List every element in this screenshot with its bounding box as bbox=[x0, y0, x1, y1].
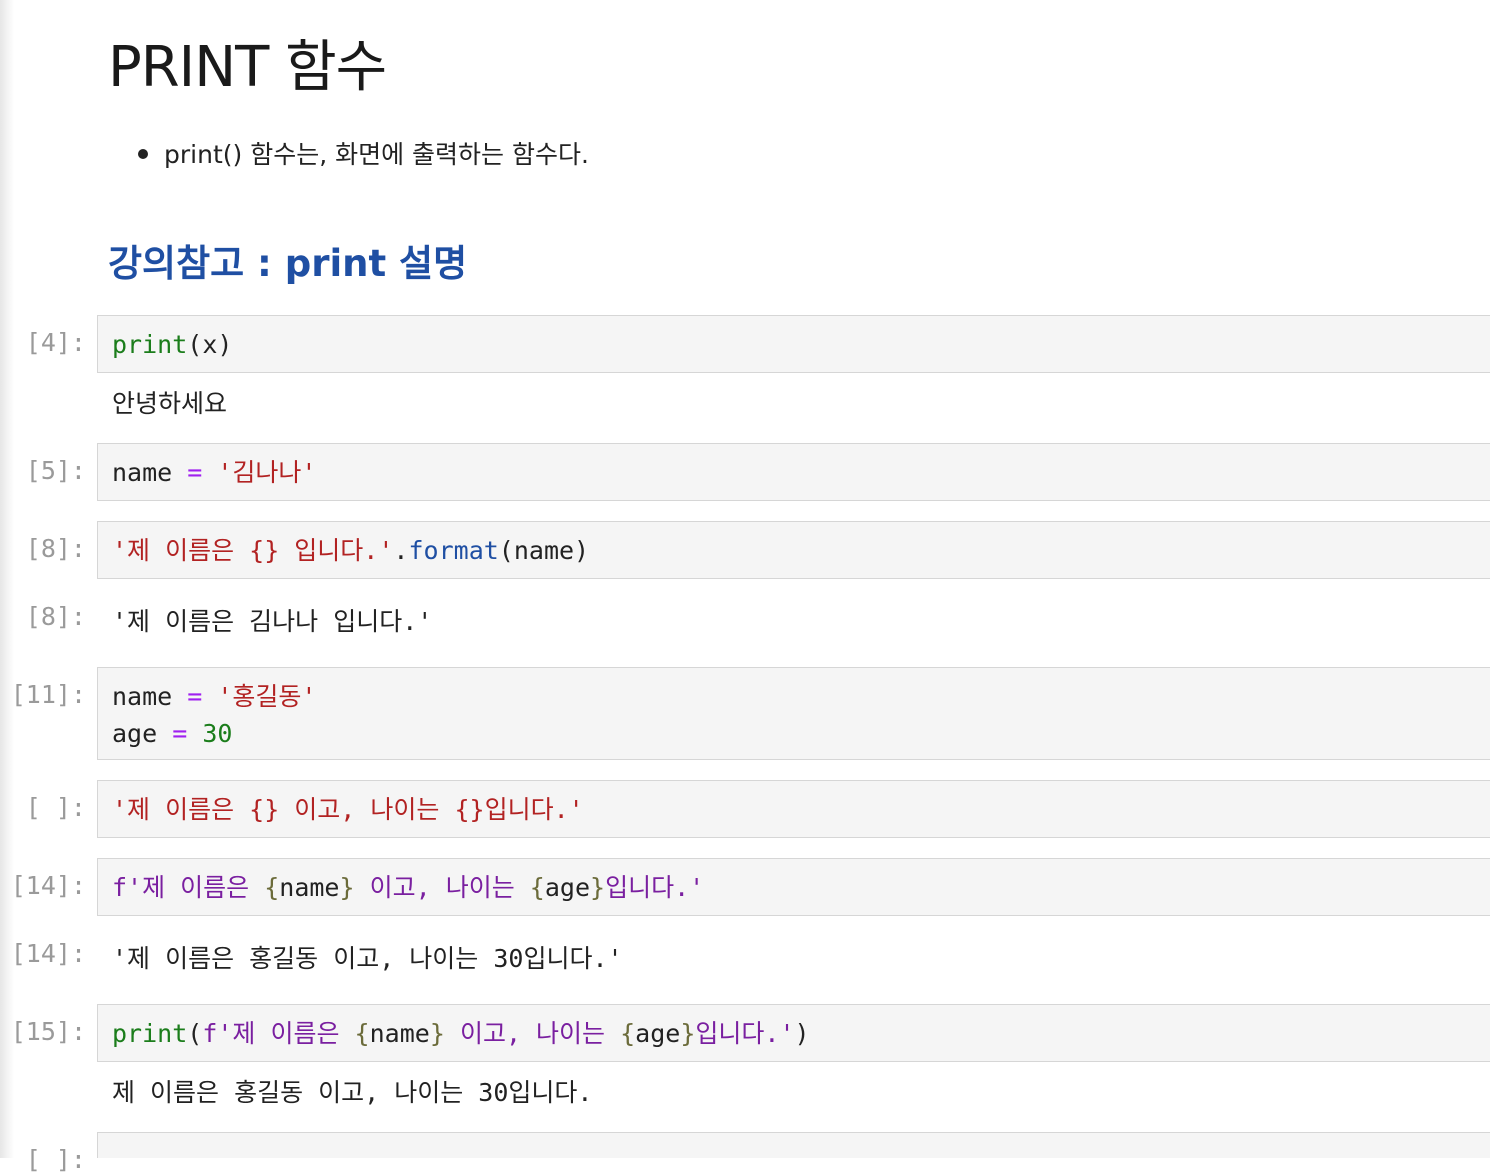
code-cell-input[interactable]: print(f'제 이름은 {name} 이고, 나이는 {age}입니다.') bbox=[97, 1004, 1490, 1062]
code-cell-input[interactable]: print(x) bbox=[97, 315, 1490, 373]
notebook-area: PRINT 함수 print() 함수는, 화면에 출력하는 함수다. 강의참고… bbox=[0, 0, 1490, 1174]
cell-output-text: 제 이름은 홍길동 이고, 나이는 30입니다. bbox=[112, 1078, 593, 1107]
cell-output-prompt: [14]: bbox=[10, 939, 86, 968]
code-cell-input[interactable] bbox=[97, 1132, 1490, 1158]
cell-input-prompt: [5]: bbox=[25, 456, 86, 485]
code-line: print(f'제 이름은 {name} 이고, 나이는 {age}입니다.') bbox=[112, 1019, 810, 1048]
code-line: '제 이름은 {} 이고, 나이는 {}입니다.' bbox=[112, 795, 584, 824]
code-cell-input[interactable]: name = '홍길동' age = 30 bbox=[97, 667, 1490, 760]
markdown-subtitle-link[interactable]: 강의참고 : print 설명 bbox=[108, 233, 467, 287]
code-line: name = '김나나' bbox=[112, 458, 317, 487]
cell-input-prompt: [11]: bbox=[10, 680, 86, 709]
markdown-title: PRINT 함수 bbox=[108, 35, 387, 100]
cell-output-text: '제 이름은 홍길동 이고, 나이는 30입니다.' bbox=[112, 944, 623, 973]
code-line: f'제 이름은 {name} 이고, 나이는 {age}입니다.' bbox=[112, 873, 705, 902]
cell-output-text: 안녕하세요 bbox=[112, 389, 228, 418]
cell-input-prompt: [ ]: bbox=[25, 793, 86, 822]
cell-input-prompt: [4]: bbox=[25, 328, 86, 357]
code-cell-input[interactable]: f'제 이름은 {name} 이고, 나이는 {age}입니다.' bbox=[97, 858, 1490, 916]
code-line: name = '홍길동' bbox=[112, 682, 317, 711]
cell-output-prompt: [8]: bbox=[25, 602, 86, 631]
cell-input-prompt: [8]: bbox=[25, 534, 86, 563]
cell-output-text: '제 이름은 김나나 입니다.' bbox=[112, 607, 433, 636]
code-line: print(x) bbox=[112, 330, 233, 359]
cell-input-prompt: [ ]: bbox=[25, 1145, 86, 1174]
bullet-dot-icon bbox=[138, 149, 148, 159]
markdown-bullet-item: print() 함수는, 화면에 출력하는 함수다. bbox=[138, 135, 589, 171]
code-line: age = 30 bbox=[112, 719, 233, 748]
code-cell-input[interactable]: name = '김나나' bbox=[97, 443, 1490, 501]
bullet-text: print() 함수는, 화면에 출력하는 함수다. bbox=[164, 140, 589, 169]
cell-input-prompt: [14]: bbox=[10, 871, 86, 900]
code-cell-input[interactable]: '제 이름은 {} 입니다.'.format(name) bbox=[97, 521, 1490, 579]
code-cell-input[interactable]: '제 이름은 {} 이고, 나이는 {}입니다.' bbox=[97, 780, 1490, 838]
code-line: '제 이름은 {} 입니다.'.format(name) bbox=[112, 536, 590, 565]
cell-input-prompt: [15]: bbox=[10, 1017, 86, 1046]
